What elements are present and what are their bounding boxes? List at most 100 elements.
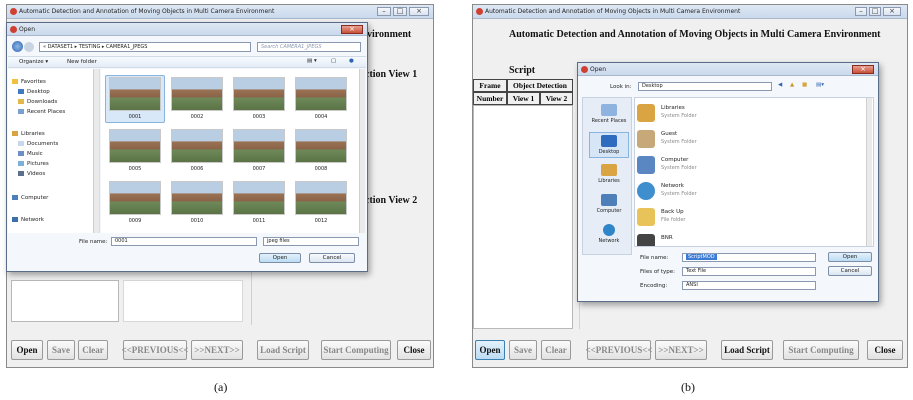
look-in-select[interactable]: Desktop bbox=[638, 82, 772, 91]
open-button[interactable]: Open bbox=[11, 340, 43, 360]
close-window-button[interactable]: × bbox=[883, 7, 901, 16]
nav-desktop[interactable]: Desktop bbox=[18, 89, 50, 95]
libraries-icon bbox=[637, 104, 655, 122]
file-list-scrollbar[interactable] bbox=[359, 69, 365, 233]
place-desktop[interactable]: Desktop bbox=[589, 132, 629, 158]
dialog-close-button[interactable]: × bbox=[852, 65, 874, 74]
breadcrumb[interactable]: « DATASET1 ▸ TESTING ▸ CAMERA1_JPEGS bbox=[39, 42, 251, 52]
file-name: 0010 bbox=[190, 218, 204, 224]
user-folder-icon bbox=[637, 130, 655, 148]
file-name: 0008 bbox=[314, 166, 328, 172]
file-name-input[interactable]: 0001 bbox=[111, 237, 257, 246]
clear-button[interactable]: Clear bbox=[541, 340, 571, 360]
maximize-button[interactable]: □ bbox=[869, 7, 881, 16]
previous-button[interactable]: <<PREVIOUS<< bbox=[121, 340, 189, 360]
place-recent-places[interactable]: Recent Places bbox=[589, 104, 629, 124]
minimize-button[interactable]: – bbox=[855, 7, 867, 16]
next-button[interactable]: >>NEXT>> bbox=[655, 340, 707, 360]
file-thumb[interactable] bbox=[109, 129, 161, 163]
dialog-titlebar: Open × bbox=[578, 63, 878, 76]
save-button[interactable]: Save bbox=[509, 340, 537, 360]
dialog-open-button[interactable]: Open bbox=[259, 253, 301, 263]
close-button[interactable]: Close bbox=[397, 340, 431, 360]
window-titlebar: Automatic Detection and Annotation of Mo… bbox=[7, 5, 433, 19]
file-thumb[interactable] bbox=[295, 181, 347, 215]
file-thumb[interactable] bbox=[109, 77, 161, 111]
next-button[interactable]: >>NEXT>> bbox=[191, 340, 243, 360]
file-thumb[interactable] bbox=[233, 77, 285, 111]
start-computing-button[interactable]: Start Computing bbox=[321, 340, 391, 360]
file-name: 0005 bbox=[128, 166, 142, 172]
nav-downloads[interactable]: Downloads bbox=[18, 99, 57, 105]
load-script-button[interactable]: Load Script bbox=[721, 340, 773, 360]
view-options-icon[interactable]: ▤ ▾ bbox=[307, 58, 317, 64]
file-name: 0002 bbox=[190, 114, 204, 120]
previous-button[interactable]: <<PREVIOUS<< bbox=[585, 340, 653, 360]
nav-libraries[interactable]: Libraries bbox=[12, 131, 45, 137]
minimize-button[interactable]: – bbox=[377, 7, 391, 16]
file-thumb[interactable] bbox=[295, 77, 347, 111]
nav-computer[interactable]: Computer bbox=[12, 195, 48, 201]
nav-recent-places[interactable]: Recent Places bbox=[18, 109, 65, 115]
nav-documents[interactable]: Documents bbox=[18, 141, 58, 147]
new-folder-icon[interactable]: ■ bbox=[802, 82, 807, 88]
file-thumb[interactable] bbox=[171, 77, 223, 111]
close-button[interactable]: Close bbox=[867, 340, 903, 360]
nav-network[interactable]: Network bbox=[12, 217, 44, 223]
file-thumb[interactable] bbox=[171, 181, 223, 215]
back-button[interactable] bbox=[12, 41, 23, 52]
window-title: Automatic Detection and Annotation of Mo… bbox=[19, 8, 275, 15]
back-icon[interactable]: ◀ bbox=[778, 82, 782, 88]
preview-pane-icon[interactable]: ▢ bbox=[331, 58, 336, 64]
nav-scrollbar[interactable] bbox=[93, 69, 99, 233]
file-name: 0003 bbox=[252, 114, 266, 120]
save-button[interactable]: Save bbox=[47, 340, 75, 360]
file-name-label: File name: bbox=[640, 255, 669, 261]
open-dialog-a: Open × « DATASET1 ▸ TESTING ▸ CAMERA1_JP… bbox=[6, 22, 368, 272]
nav-videos[interactable]: Videos bbox=[18, 171, 45, 177]
dialog-close-button[interactable]: × bbox=[341, 25, 363, 34]
file-name-input[interactable]: ScriptMOD bbox=[682, 253, 816, 262]
files-of-type-select[interactable]: Text File bbox=[682, 267, 816, 276]
caption-a: (a) bbox=[214, 380, 228, 394]
dialog-title: Open bbox=[19, 26, 36, 33]
up-folder-icon[interactable]: ▲ bbox=[790, 82, 794, 88]
detection-view-2-label: ction View 2 bbox=[365, 195, 418, 206]
open-dialog-b: Open × Look in: Desktop ◀ ▲ ■ ▤▾ Recent … bbox=[577, 62, 879, 302]
file-list-scrollbar[interactable] bbox=[866, 98, 872, 246]
dialog-open-button[interactable]: Open bbox=[828, 252, 872, 262]
place-computer[interactable]: Computer bbox=[589, 194, 629, 214]
file-name: 0012 bbox=[314, 218, 328, 224]
forward-button[interactable] bbox=[24, 42, 34, 52]
number-header: Number bbox=[473, 92, 507, 105]
nav-favorites[interactable]: Favorites bbox=[12, 79, 46, 85]
help-icon[interactable]: ● bbox=[349, 58, 354, 64]
recent-places-icon bbox=[18, 109, 24, 114]
maximize-button[interactable]: □ bbox=[393, 7, 407, 16]
new-folder-button[interactable]: New folder bbox=[67, 59, 97, 65]
file-thumb[interactable] bbox=[233, 181, 285, 215]
nav-music[interactable]: Music bbox=[18, 151, 43, 157]
nav-pictures[interactable]: Pictures bbox=[18, 161, 49, 167]
file-thumb[interactable] bbox=[233, 129, 285, 163]
dialog-cancel-button[interactable]: Cancel bbox=[828, 266, 872, 276]
encoding-select[interactable]: ANSI bbox=[682, 281, 816, 290]
view-menu-icon[interactable]: ▤▾ bbox=[816, 82, 824, 88]
app-title-fragment: vironment bbox=[367, 29, 412, 40]
place-network[interactable]: Network bbox=[589, 224, 629, 244]
file-type-select[interactable]: jpeg files bbox=[263, 237, 359, 246]
open-button[interactable]: Open bbox=[475, 340, 505, 360]
dialog-cancel-button[interactable]: Cancel bbox=[309, 253, 355, 263]
clear-button[interactable]: Clear bbox=[78, 340, 108, 360]
organize-menu[interactable]: Organize ▾ bbox=[19, 59, 48, 65]
look-in-label: Look in: bbox=[610, 84, 632, 90]
load-script-button[interactable]: Load Script bbox=[257, 340, 309, 360]
close-window-button[interactable]: × bbox=[409, 7, 429, 16]
libraries-icon bbox=[12, 131, 18, 136]
place-libraries[interactable]: Libraries bbox=[589, 164, 629, 184]
start-computing-button[interactable]: Start Computing bbox=[783, 340, 859, 360]
search-input[interactable]: Search CAMERA1_JPEGS bbox=[257, 42, 361, 52]
file-thumb[interactable] bbox=[109, 181, 161, 215]
file-thumb[interactable] bbox=[295, 129, 347, 163]
file-thumb[interactable] bbox=[171, 129, 223, 163]
